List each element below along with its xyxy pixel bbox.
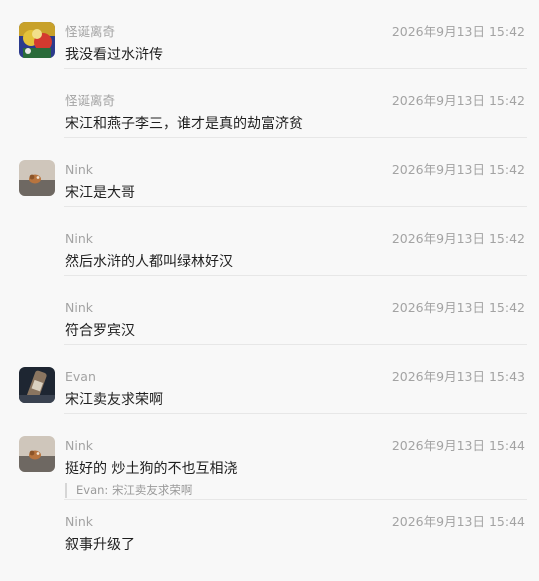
sender-name: 怪诞离奇 [65,24,116,39]
timestamp: 2026年9月13日 15:42 [391,300,525,315]
timestamp: 2026年9月13日 15:42 [391,231,525,246]
message-item[interactable]: Nink 2026年9月13日 15:44 挺好的 炒土狗的不也互相浇 Evan… [0,414,539,500]
avatar[interactable] [19,367,55,403]
message-item[interactable]: Nink 2026年9月13日 15:42 宋江是大哥 [0,138,539,207]
message-text: 宋江卖友求荣啊 [65,392,163,408]
message-item[interactable]: Nink 2026年9月13日 15:44 叙事升级了 [0,500,539,570]
message-text: 宋江和燕子李三，谁才是真的劫富济贫 [65,116,303,132]
message-text: 我没看过水浒传 [65,47,163,63]
timestamp: 2026年9月13日 15:42 [391,162,525,177]
message-text: 然后水浒的人都叫绿林好汉 [65,254,233,270]
timestamp: 2026年9月13日 15:44 [391,514,525,529]
message-item[interactable]: Nink 2026年9月13日 15:42 然后水浒的人都叫绿林好汉 [0,207,539,276]
message-item[interactable]: Nink 2026年9月13日 15:42 符合罗宾汉 [0,276,539,345]
timestamp: 2026年9月13日 15:44 [391,438,525,453]
sender-name: Nink [65,231,93,246]
avatar[interactable] [19,436,55,472]
sender-name: Nink [65,300,93,315]
message-text: 叙事升级了 [65,537,135,553]
reply-quote[interactable]: Evan: 宋江卖友求荣啊 [65,483,192,498]
timestamp: 2026年9月13日 15:43 [391,369,525,384]
timestamp: 2026年9月13日 15:42 [391,24,525,39]
message-text: 符合罗宾汉 [65,323,135,339]
sender-name: Nink [65,438,93,453]
sender-name: Nink [65,514,93,529]
sender-name: Evan [65,369,96,384]
avatar[interactable] [19,160,55,196]
sender-name: 怪诞离奇 [65,93,116,108]
message-text: 挺好的 炒土狗的不也互相浇 [65,461,238,477]
message-item[interactable]: 怪诞离奇 2026年9月13日 15:42 我没看过水浒传 [0,0,539,69]
message-item[interactable]: 怪诞离奇 2026年9月13日 15:42 宋江和燕子李三，谁才是真的劫富济贫 [0,69,539,138]
sender-name: Nink [65,162,93,177]
avatar[interactable] [19,22,55,58]
message-item[interactable]: Evan 2026年9月13日 15:43 宋江卖友求荣啊 [0,345,539,414]
message-feed: 怪诞离奇 2026年9月13日 15:42 我没看过水浒传 怪诞离奇 2026年… [0,0,539,581]
message-text: 宋江是大哥 [65,185,135,201]
timestamp: 2026年9月13日 15:42 [391,93,525,108]
